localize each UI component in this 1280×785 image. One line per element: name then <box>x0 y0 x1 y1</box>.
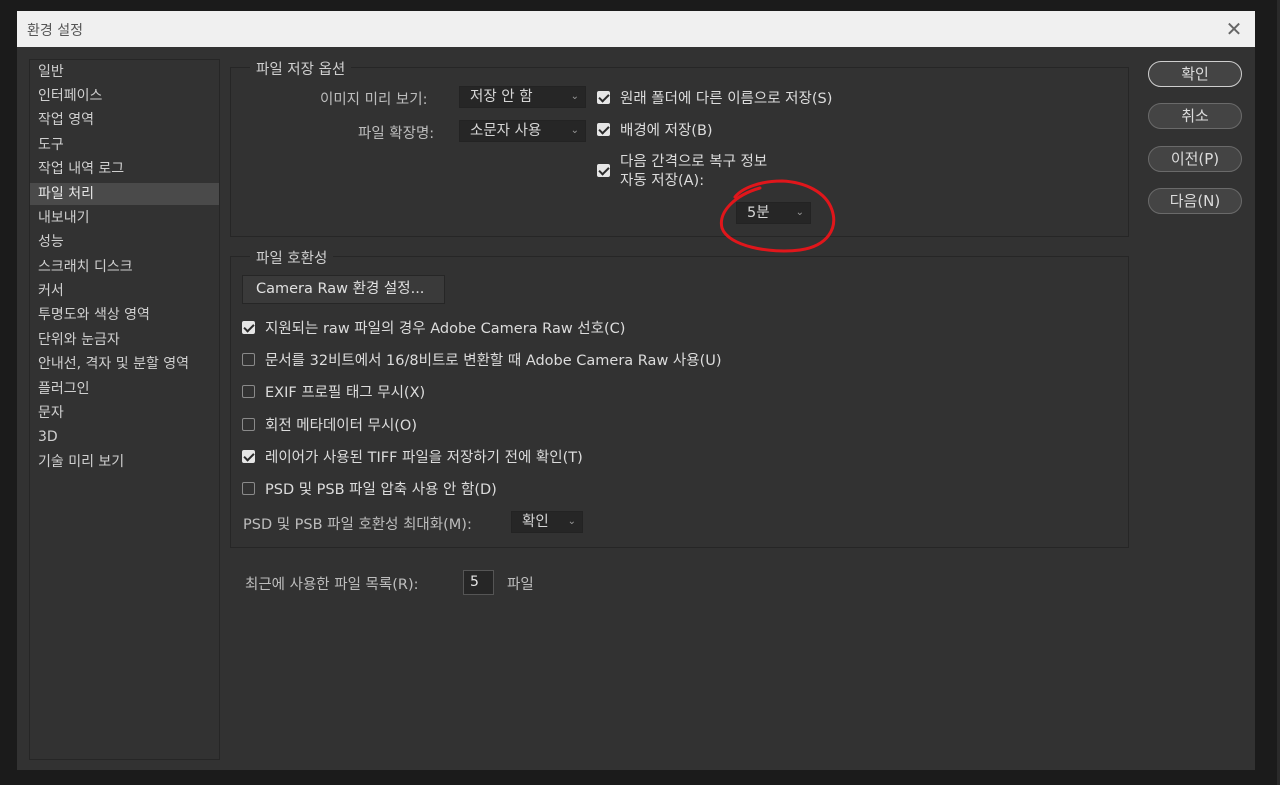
red-annotation-circle <box>719 179 836 253</box>
